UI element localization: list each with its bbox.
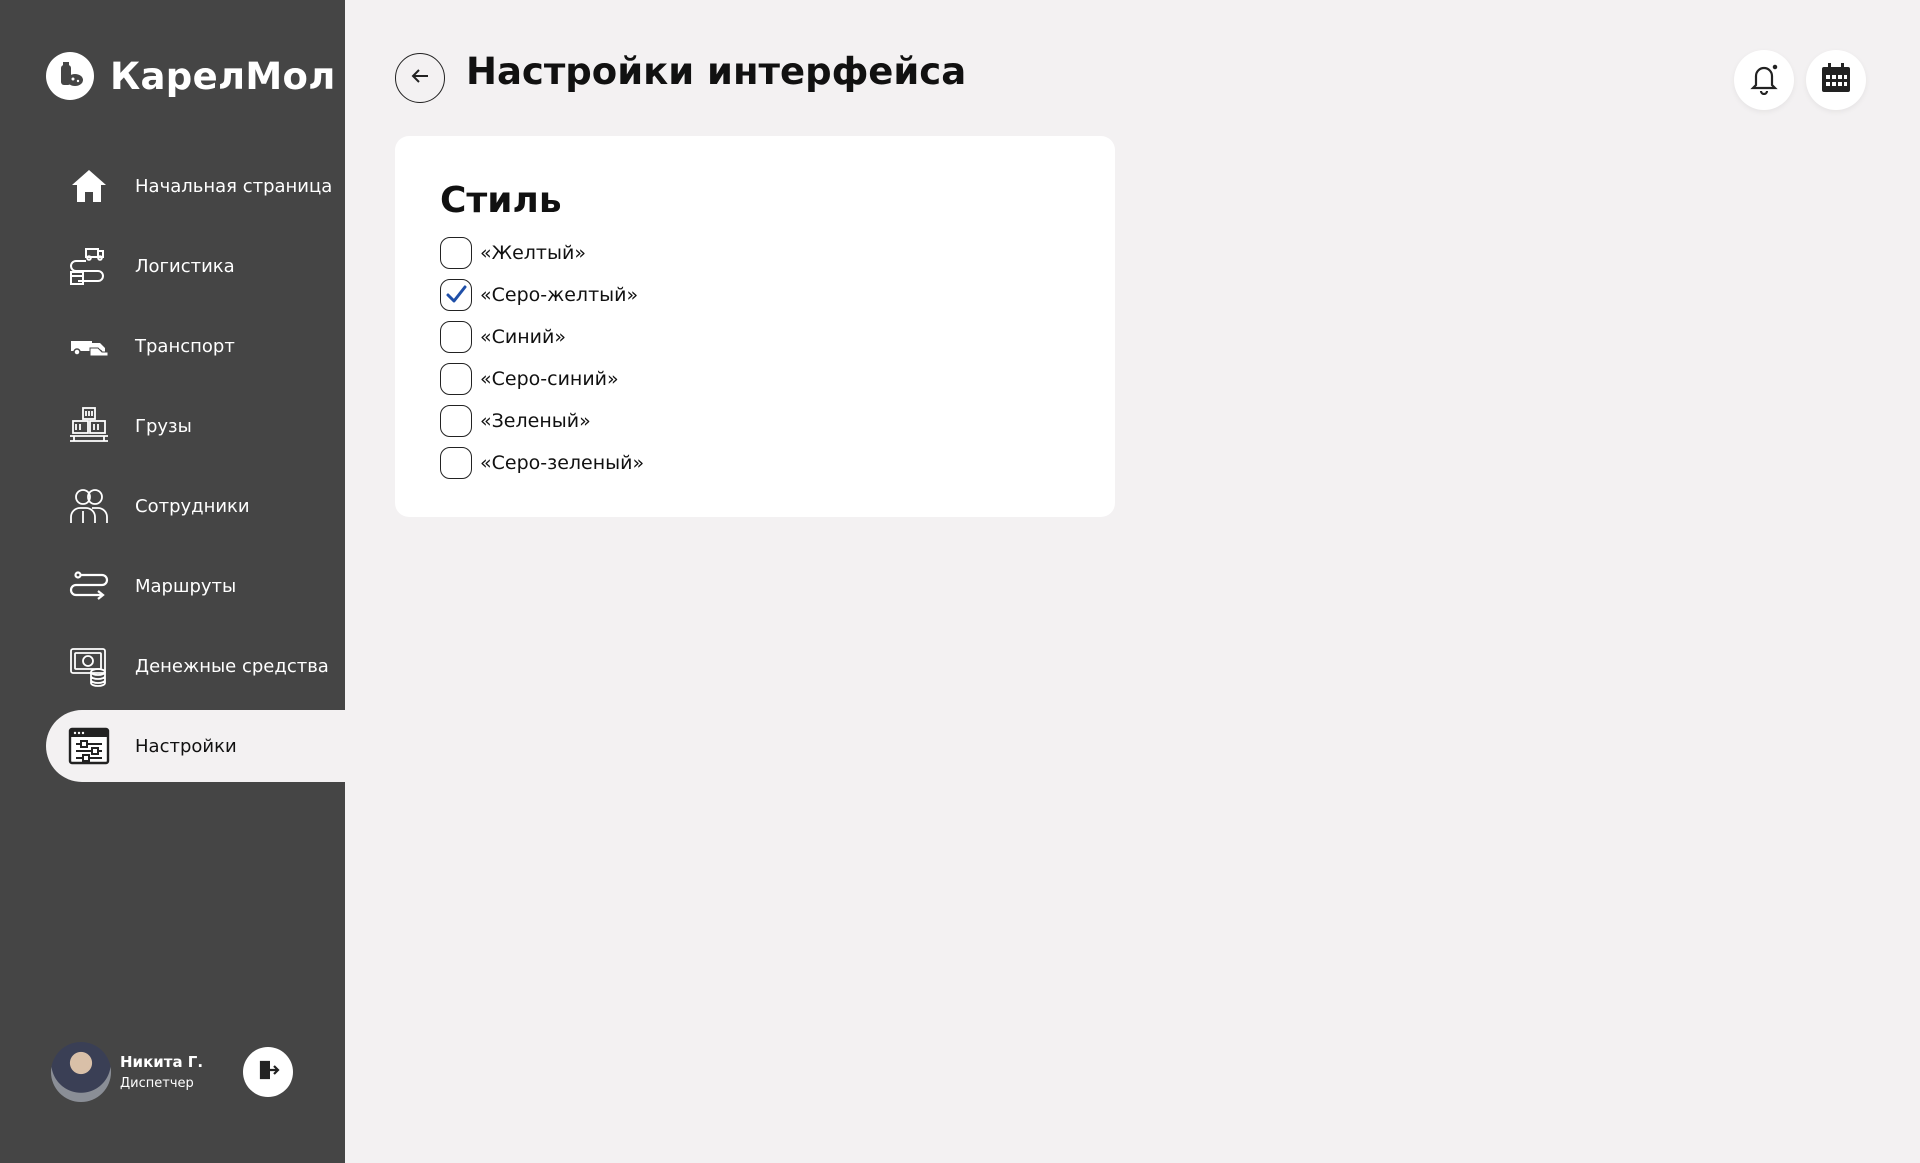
sidebar-item-label: Грузы — [135, 415, 192, 437]
sidebar-nav: Начальная страница Логистика Транспорт Г… — [46, 150, 345, 790]
sidebar-item-transport[interactable]: Транспорт — [46, 310, 345, 382]
style-option-gray-green[interactable]: «Серо-зеленый» — [440, 447, 644, 479]
style-option-green[interactable]: «Зеленый» — [440, 405, 644, 437]
money-icon — [68, 645, 110, 687]
sidebar-item-cargo[interactable]: Грузы — [46, 390, 345, 462]
checkbox[interactable] — [440, 447, 472, 479]
user-role: Диспетчер — [120, 1076, 194, 1091]
sidebar-item-money[interactable]: Денежные средства — [46, 630, 345, 702]
page-title: Настройки интерфейса — [466, 50, 967, 93]
sidebar-item-home[interactable]: Начальная страница — [46, 150, 345, 222]
sidebar-item-employees[interactable]: Сотрудники — [46, 470, 345, 542]
settings-icon — [68, 725, 110, 767]
sidebar-item-label: Транспорт — [135, 335, 235, 357]
brand-name: КарелМол — [110, 54, 336, 98]
checkbox[interactable] — [440, 237, 472, 269]
logout-icon — [255, 1057, 281, 1087]
style-option-gray-blue[interactable]: «Серо-синий» — [440, 363, 644, 395]
style-options: «Желтый» «Серо-желтый» «Синий» «Серо-син… — [440, 237, 644, 489]
logistics-icon — [68, 245, 110, 287]
checkmark-icon — [446, 285, 467, 303]
brand[interactable]: КарелМол — [46, 52, 336, 100]
employees-icon — [68, 485, 110, 527]
sidebar: КарелМол Начальная страница Логистика Тр… — [0, 0, 345, 1163]
checkbox[interactable] — [440, 405, 472, 437]
checkbox[interactable] — [440, 363, 472, 395]
logout-button[interactable] — [243, 1047, 293, 1097]
style-card: Стиль «Желтый» «Серо-желтый» «Синий» «Се… — [395, 136, 1115, 517]
user-info: Никита Г. Диспетчер — [120, 1053, 203, 1091]
sidebar-item-settings[interactable]: Настройки — [46, 710, 345, 782]
sidebar-item-logistics[interactable]: Логистика — [46, 230, 345, 302]
avatar — [51, 1042, 111, 1102]
back-button[interactable] — [395, 53, 445, 103]
style-option-gray-yellow[interactable]: «Серо-желтый» — [440, 279, 644, 311]
sidebar-item-routes[interactable]: Маршруты — [46, 550, 345, 622]
sidebar-item-label: Логистика — [135, 255, 235, 277]
sidebar-item-label: Настройки — [135, 735, 237, 757]
home-icon — [68, 165, 110, 207]
option-label: «Серо-синий» — [480, 368, 619, 390]
option-label: «Серо-желтый» — [480, 284, 639, 306]
option-label: «Серо-зеленый» — [480, 452, 645, 474]
sidebar-item-label: Сотрудники — [135, 495, 250, 517]
notifications-button[interactable] — [1734, 50, 1794, 110]
checkbox[interactable] — [440, 279, 472, 311]
card-title: Стиль — [440, 180, 562, 221]
routes-icon — [68, 565, 110, 607]
style-option-yellow[interactable]: «Желтый» — [440, 237, 644, 269]
option-label: «Желтый» — [480, 242, 586, 264]
bell-icon — [1747, 61, 1781, 99]
option-label: «Зеленый» — [480, 410, 591, 432]
user-profile[interactable]: Никита Г. Диспетчер — [51, 1042, 203, 1102]
transport-icon — [68, 325, 110, 367]
user-name: Никита Г. — [120, 1053, 204, 1071]
checkbox[interactable] — [440, 321, 472, 353]
sidebar-item-label: Маршруты — [135, 575, 237, 597]
calendar-icon — [1819, 61, 1853, 99]
option-label: «Синий» — [480, 326, 566, 348]
calendar-button[interactable] — [1806, 50, 1866, 110]
style-option-blue[interactable]: «Синий» — [440, 321, 644, 353]
brand-logo-icon — [46, 52, 94, 100]
cargo-icon — [68, 405, 110, 447]
arrow-left-icon — [409, 65, 431, 91]
sidebar-item-label: Денежные средства — [135, 655, 329, 677]
sidebar-item-label: Начальная страница — [135, 175, 333, 197]
